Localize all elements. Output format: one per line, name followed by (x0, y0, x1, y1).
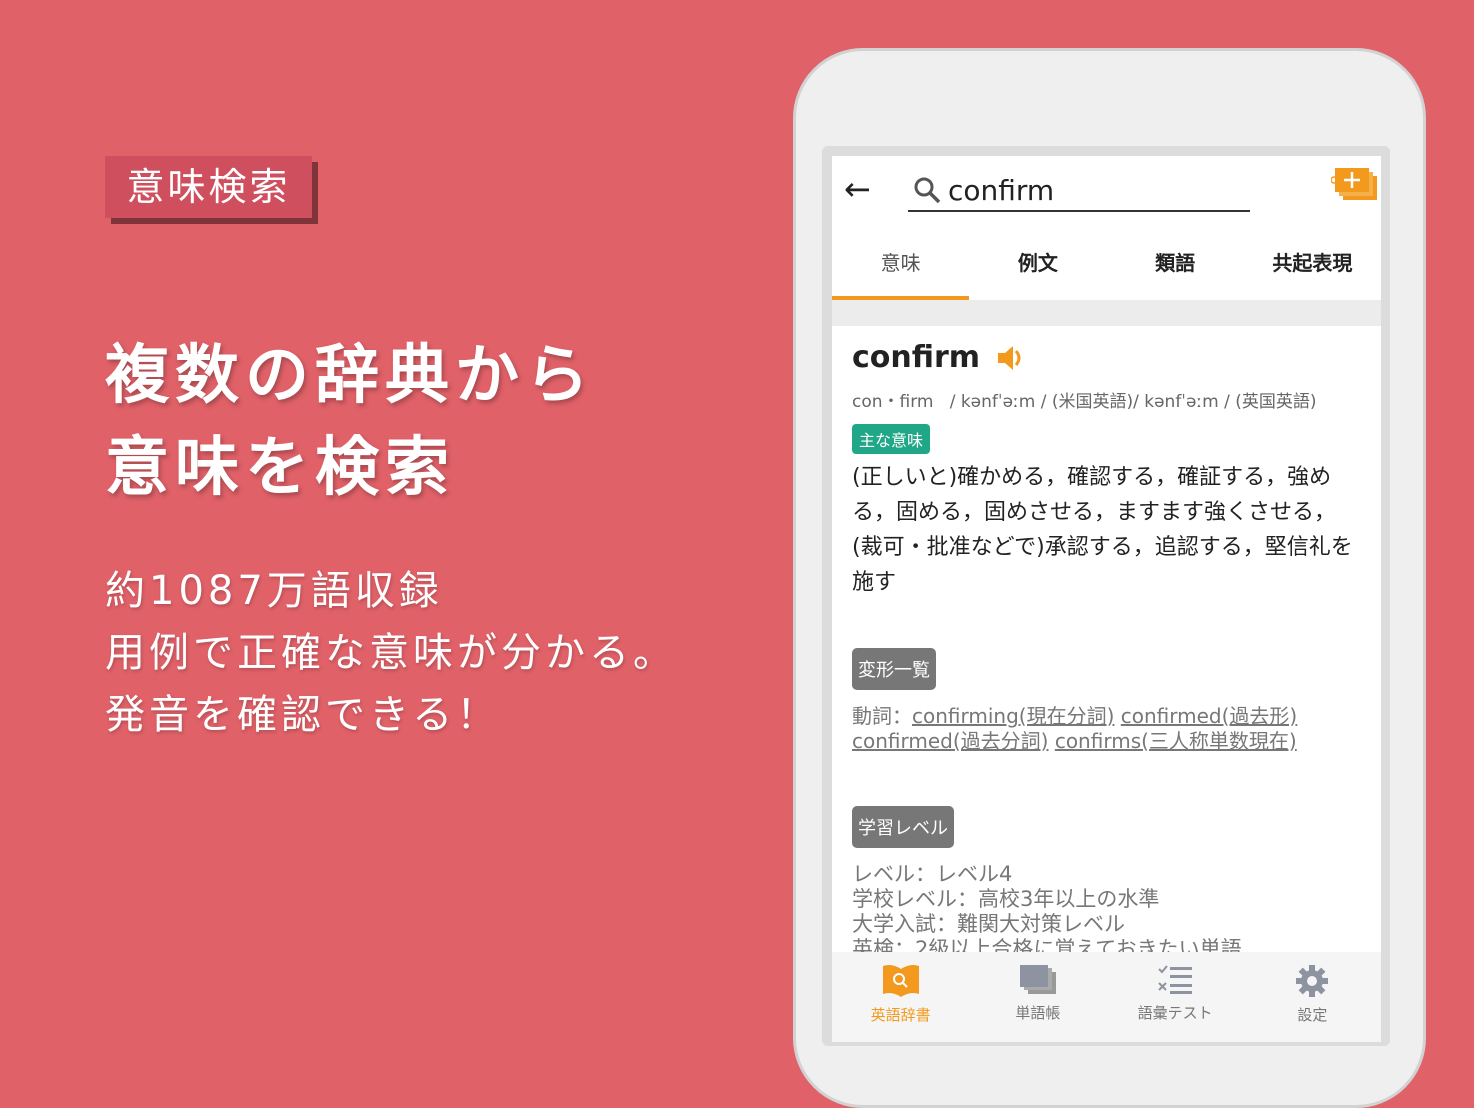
entry-word: confirm (852, 340, 1361, 375)
form-link[interactable]: confirmed(過去分詞) (852, 729, 1048, 753)
divider (832, 300, 1381, 326)
nav-label: 単語帳 (1015, 1004, 1061, 1022)
forms-prefix: 動詞： (852, 704, 912, 728)
entry-content: confirm con・firm / kənfˈəːm / (米国英語)/ kə… (832, 326, 1381, 962)
forms-section-label: 変形一覧 (852, 648, 936, 690)
nav-wordbook[interactable]: 単語帳 (969, 952, 1106, 1042)
nav-label: 設定 (1297, 1006, 1328, 1024)
app-screen: ← confirm 意味 例文 類語 共起表現 confirm con・firm… (832, 156, 1381, 1042)
top-bar: ← confirm (832, 156, 1381, 236)
tab-meaning[interactable]: 意味 (832, 236, 970, 300)
tab-synonyms[interactable]: 類語 (1107, 236, 1244, 300)
search-value[interactable]: confirm (948, 174, 1054, 207)
ipa: / kənfˈəːm / (米国英語)/ kənfˈəːm / (英国英語) (949, 392, 1317, 412)
subtext: 約1087万語収録 用例で正確な意味が分かる。 発音を確認できる！ (105, 560, 677, 746)
arrow-left-icon[interactable]: ← (844, 170, 871, 208)
tab-examples[interactable]: 例文 (969, 236, 1106, 300)
meaning-text: (正しいと)確かめる，確認する，確証する，強める，固める，固めさせる，ますます強… (852, 465, 1353, 595)
form-link[interactable]: confirms(三人称単数現在) (1055, 729, 1297, 753)
level-item: 大学入試：難関大対策レベル (852, 912, 1125, 936)
headline-line: 意味を検索 (105, 431, 455, 505)
nav-dictionary[interactable]: 英語辞書 (832, 952, 969, 1042)
add-to-wordbook-icon[interactable] (1331, 166, 1379, 202)
speaker-icon[interactable] (996, 343, 1026, 373)
pronunciation: con・firm / kənfˈəːm / (米国英語)/ kənfˈəːm /… (852, 387, 1361, 412)
headword: confirm (852, 340, 981, 375)
dictionary-icon (882, 965, 919, 997)
search-icon (914, 177, 941, 204)
main-meaning-badge: 主な意味 (852, 424, 931, 454)
search-input[interactable]: confirm (908, 170, 1250, 212)
level-section-label: 学習レベル (852, 806, 954, 848)
feature-tag: 意味検索 (105, 156, 312, 218)
tab-bar: 意味 例文 類語 共起表現 (832, 236, 1381, 300)
forms-list: 動詞：confirming(現在分詞) confirmed(過去形) confi… (852, 704, 1361, 754)
nav-label: 語彙テスト (1137, 1004, 1213, 1022)
headline-line: 複数の辞典から (105, 339, 595, 413)
syllables: con・firm (852, 392, 934, 412)
subtext-line: 約1087万語収録 (105, 568, 443, 614)
nav-quiz[interactable]: 語彙テスト (1107, 952, 1244, 1042)
gear-icon (1296, 965, 1329, 997)
form-link[interactable]: confirming(現在分詞) (912, 704, 1114, 728)
form-link[interactable]: confirmed(過去形) (1121, 704, 1297, 728)
bottom-nav: 英語辞書 単語帳 語彙テスト 設定 (832, 952, 1381, 1042)
level-item: 学校レベル：高校3年以上の水準 (852, 887, 1160, 911)
quiz-list-icon (1158, 965, 1193, 994)
wordbook-icon (1019, 965, 1056, 994)
level-item: レベル：レベル4 (852, 862, 1013, 886)
nav-label: 英語辞書 (870, 1006, 931, 1024)
tab-collocations[interactable]: 共起表現 (1244, 236, 1381, 300)
subtext-line: 発音を確認できる！ (105, 692, 501, 738)
nav-settings[interactable]: 設定 (1244, 952, 1381, 1042)
headline: 複数の辞典から 意味を検索 (105, 330, 595, 514)
subtext-line: 用例で正確な意味が分かる。 (105, 630, 677, 676)
level-list: レベル：レベル4 学校レベル：高校3年以上の水準 大学入試：難関大対策レベル 英… (852, 862, 1361, 962)
